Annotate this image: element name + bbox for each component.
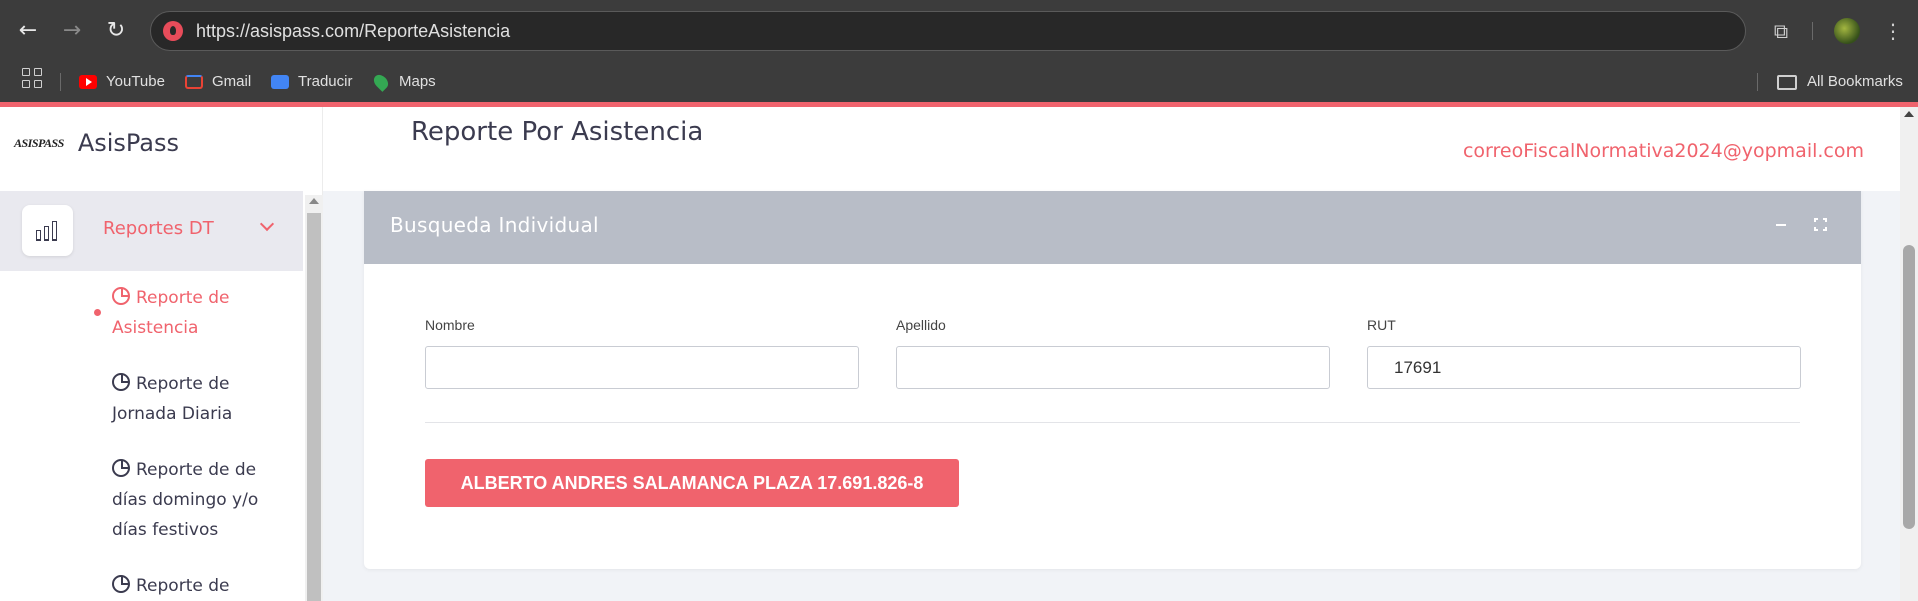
sidebar-item-label: Reporte de — [136, 576, 230, 596]
apps-grid-icon[interactable] — [22, 68, 42, 88]
search-card: Busqueda Individual Nombre Apellido RUT … — [364, 191, 1861, 569]
sidebar-item-reporte-domingos[interactable]: Reporte de de días domingo y/o días fest… — [112, 455, 272, 545]
sidebar-item-label: Reporte de Jornada Diaria — [112, 374, 233, 424]
all-bookmarks[interactable]: All Bookmarks — [1777, 69, 1903, 95]
bookmarks-divider — [60, 73, 61, 91]
browser-toolbar: ← → ↻ https://asispass.com/ReporteAsiste… — [0, 0, 1918, 62]
bookmark-youtube[interactable]: YouTube — [79, 69, 165, 95]
bookmark-gmail[interactable]: Gmail — [185, 69, 251, 95]
address-bar[interactable]: https://asispass.com/ReporteAsistencia — [150, 11, 1746, 51]
profile-avatar[interactable] — [1834, 18, 1860, 44]
bookmark-label: YouTube — [106, 73, 165, 90]
reload-icon[interactable]: ↻ — [100, 15, 132, 47]
user-email[interactable]: correoFiscalNormativa2024@yopmail.com — [1463, 140, 1864, 162]
bookmark-label: Maps — [399, 73, 436, 90]
card-header: Busqueda Individual — [364, 191, 1861, 264]
sidebar-item-reporte-asistencia[interactable]: Reporte de Asistencia — [112, 283, 272, 343]
bookmarks-bar: YouTube Gmail Traducir Maps All Bookmark… — [0, 62, 1918, 102]
page-scrollbar[interactable] — [1900, 107, 1918, 601]
rut-field[interactable]: 17691 — [1367, 346, 1801, 389]
bookmarks-divider — [1757, 73, 1758, 91]
url-text: https://asispass.com/ReporteAsistencia — [196, 21, 511, 41]
card-title: Busqueda Individual — [390, 213, 599, 237]
divider — [425, 422, 1800, 423]
sidebar-scrollbar[interactable] — [305, 195, 323, 601]
youtube-icon — [79, 75, 97, 89]
gmail-icon — [185, 75, 203, 89]
nombre-field[interactable] — [425, 346, 859, 389]
pie-chart-icon — [112, 575, 130, 593]
page-scroll-thumb[interactable] — [1903, 245, 1915, 529]
bar-chart-icon — [22, 205, 73, 256]
brand-logo: ASISPASS — [14, 135, 64, 150]
pie-chart-icon — [112, 373, 130, 391]
bookmark-label: Gmail — [212, 73, 252, 90]
nombre-label: Nombre — [425, 317, 475, 333]
fullscreen-icon[interactable] — [1813, 217, 1828, 232]
translate-icon — [271, 75, 289, 89]
sidebar-scroll-thumb[interactable] — [307, 213, 321, 601]
menu-kebab-icon[interactable]: ⋮ — [1877, 15, 1909, 47]
back-icon[interactable]: ← — [12, 15, 44, 47]
sidebar-item-reporte-jornada[interactable]: Reporte de Jornada Diaria — [112, 369, 272, 429]
brand-name: AsisPass — [77, 129, 180, 157]
sidebar-item-reportes-dt[interactable]: Reportes DT — [0, 191, 303, 271]
toolbar-divider — [1812, 22, 1813, 40]
active-dot — [94, 309, 101, 316]
scroll-up-icon[interactable] — [1904, 111, 1914, 117]
maps-pin-icon — [371, 72, 391, 92]
page-header: Reporte Por Asistencia correoFiscalNorma… — [323, 107, 1900, 191]
page-title: Reporte Por Asistencia — [411, 117, 704, 147]
scroll-up-icon[interactable] — [309, 198, 319, 204]
search-result-button[interactable]: ALBERTO ANDRES SALAMANCA PLAZA 17.691.82… — [425, 459, 959, 507]
apellido-label: Apellido — [896, 317, 946, 333]
brand[interactable]: ASISPASS AsisPass — [14, 129, 179, 157]
extensions-icon[interactable]: ⧉ — [1765, 15, 1797, 47]
apellido-field[interactable] — [896, 346, 1330, 389]
bookmark-maps[interactable]: Maps — [371, 69, 436, 95]
all-bookmarks-label: All Bookmarks — [1807, 73, 1903, 90]
site-favicon-icon — [163, 21, 183, 41]
rut-label: RUT — [1367, 317, 1396, 333]
bookmark-label: Traducir — [298, 73, 353, 90]
forward-icon[interactable]: → — [56, 15, 88, 47]
sidebar-item-reporte-more[interactable]: Reporte de — [112, 571, 272, 601]
pie-chart-icon — [112, 459, 130, 477]
sidebar-item-label: Reporte de de días domingo y/o días fest… — [112, 460, 259, 540]
collapse-icon[interactable] — [1776, 224, 1786, 226]
sidebar-item-label: Reportes DT — [103, 218, 214, 239]
sidebar: ASISPASS AsisPass Reportes DT Reporte de… — [0, 107, 323, 601]
pie-chart-icon — [112, 287, 130, 305]
bookmark-traducir[interactable]: Traducir — [271, 69, 352, 95]
chevron-down-icon — [259, 216, 275, 232]
folder-icon — [1777, 74, 1797, 90]
